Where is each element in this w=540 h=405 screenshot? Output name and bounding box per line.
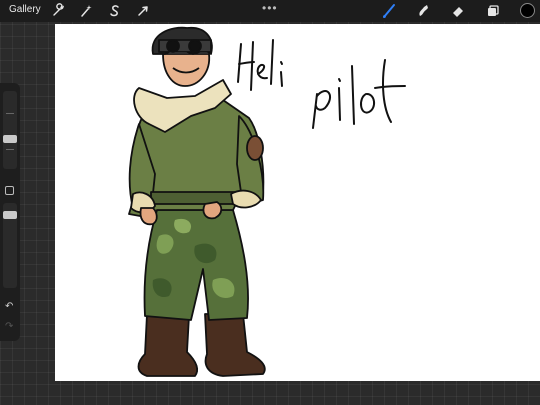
more-options-icon[interactable]: ••• (262, 1, 278, 15)
selection-s-icon[interactable] (107, 3, 123, 19)
eraser-icon[interactable] (450, 3, 466, 19)
sketch-artwork (128, 26, 406, 377)
drawing-canvas[interactable] (55, 24, 540, 381)
magic-wand-icon[interactable] (78, 3, 94, 19)
smudge-icon[interactable] (415, 3, 431, 19)
wrench-icon[interactable] (50, 3, 66, 19)
color-picker-button[interactable] (520, 3, 535, 18)
brush-size-slider[interactable] (3, 91, 17, 169)
modify-button[interactable] (5, 186, 14, 195)
handwriting-heli (237, 39, 283, 91)
transform-arrow-icon[interactable] (135, 3, 151, 19)
brush-icon[interactable] (381, 3, 397, 19)
slider-tick (6, 149, 14, 150)
handwriting-pilot (312, 59, 406, 129)
top-toolbar: Gallery ••• (0, 0, 540, 22)
undo-button[interactable]: ↶ (5, 301, 13, 312)
redo-button[interactable]: ↷ (5, 321, 13, 332)
slider-tick (6, 113, 14, 114)
brush-size-handle[interactable] (3, 135, 17, 143)
pilot-figure (128, 26, 266, 377)
gallery-button[interactable]: Gallery (9, 4, 41, 15)
opacity-handle[interactable] (3, 211, 17, 219)
layers-icon[interactable] (485, 3, 501, 19)
left-sidebar: ↶ ↷ (0, 83, 20, 341)
